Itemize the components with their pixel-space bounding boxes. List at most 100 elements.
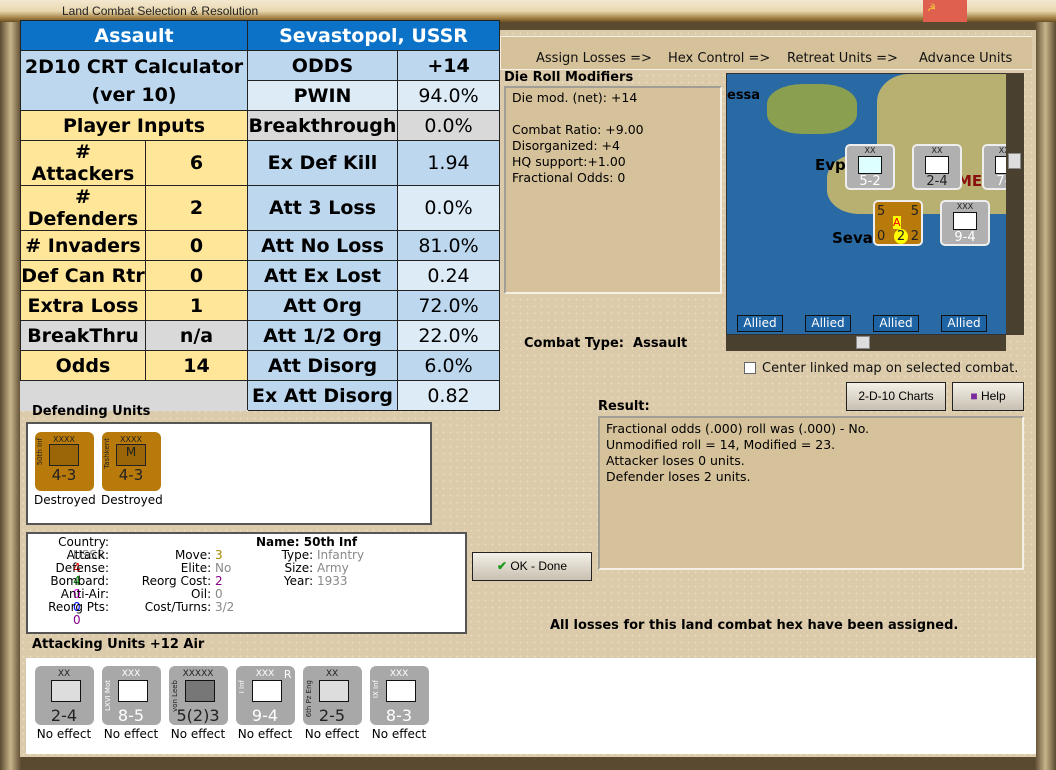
calc-result-value: 0.24 — [397, 260, 500, 291]
map-counter[interactable]: XXX 9-4 — [940, 200, 990, 246]
calc-result-label: Att 1/2 Org — [247, 320, 398, 351]
allied-tag: Allied — [941, 315, 987, 332]
phase-bar: Assign Losses => Hex Control => Retreat … — [500, 36, 1032, 70]
calc-input-value[interactable]: 14 — [145, 350, 248, 381]
result-title: Result: — [598, 399, 650, 414]
map-counter[interactable]: XX 5-2 — [845, 144, 895, 190]
drm-line: Die mod. (net): +14 — [512, 90, 638, 105]
drm-title: Die Roll Modifiers — [504, 70, 634, 85]
calc-input-label: Extra Loss — [20, 290, 146, 321]
attacking-units-box: XX 2-4 No effect XXX 8-5 LXVI Mot No effect X… — [26, 658, 1036, 754]
calc-input-label: # Attackers — [20, 140, 146, 186]
result-line: Unmodified roll = 14, Modified = 23. — [606, 437, 836, 452]
help-button[interactable]: ■ Help — [952, 382, 1024, 411]
calc-result-label: Att Ex Lost — [247, 260, 398, 291]
calc-result-value: 81.0% — [397, 230, 500, 261]
calc-result-label: PWIN — [247, 80, 398, 111]
calc-result-label: Att 3 Loss — [247, 185, 398, 231]
defending-title: Defending Units — [32, 404, 151, 419]
phase-assign-losses[interactable]: Assign Losses => — [536, 51, 652, 66]
calc-result-label: Ex Att Disorg — [247, 380, 398, 411]
allied-tag: Allied — [737, 315, 783, 332]
result-box: Fractional odds (.000) roll was (.000) -… — [598, 416, 1024, 570]
calc-result-value: 6.0% — [397, 350, 500, 381]
map-vertical-scrollbar[interactable] — [1006, 73, 1024, 335]
defending-units-box: XXXX 4-3 50th Inf Destroyed XXXX M 4-3 Tashke… — [26, 422, 432, 525]
calc-result-label: Ex Def Kill — [247, 140, 398, 186]
attacker-unit[interactable]: XXX R 9-4 I Inf No effect — [235, 666, 295, 741]
calc-input-label: # Invaders — [20, 230, 146, 261]
result-line: Attacker loses 0 units. — [606, 453, 745, 468]
unit-info-box: Country: USSR Attack: 4 Defense: 4 Bomba… — [26, 532, 467, 634]
losses-message: All losses for this land combat hex have… — [550, 618, 959, 633]
calc-result-value: 0.0% — [397, 110, 500, 141]
phase-hex-control[interactable]: Hex Control => — [668, 51, 770, 66]
calc-result-value: 0.0% — [397, 185, 500, 231]
map-counter[interactable]: XX 2-4 — [912, 144, 962, 190]
attacker-unit[interactable]: XXX 8-5 LXVI Mot No effect — [101, 666, 161, 741]
attacker-unit[interactable]: XX 2-4 No effect — [34, 666, 94, 741]
attacker-unit[interactable]: XXX 8-3 IX Inf No effect — [369, 666, 429, 741]
map-label: Evp — [815, 156, 846, 174]
drm-line: Combat Ratio: +9.00 — [512, 122, 644, 137]
attacking-title: Attacking Units +12 Air — [32, 637, 205, 652]
calc-input-value[interactable]: 1 — [145, 290, 248, 321]
calc-input-value[interactable]: 0 — [145, 230, 248, 261]
calc-input-value: n/a — [145, 320, 248, 351]
calc-result-value: 0.82 — [397, 380, 500, 411]
checkbox-icon[interactable] — [744, 362, 756, 374]
calc-result-label: ODDS — [247, 50, 398, 81]
result-line: Defender loses 2 units. — [606, 469, 751, 484]
calc-input-label: Odds — [20, 350, 146, 381]
calc-player-inputs: Player Inputs — [20, 110, 248, 141]
scroll-thumb[interactable] — [856, 336, 870, 349]
calc-input-value[interactable]: 0 — [145, 260, 248, 291]
calc-input-value[interactable]: 2 — [145, 185, 248, 231]
phase-advance-units[interactable]: Advance Units — [919, 51, 1012, 66]
attacker-unit[interactable]: XX 2-5 6th Pz Eng No effect — [302, 666, 362, 741]
defender-unit[interactable]: XXXX 4-3 50th Inf Destroyed — [34, 432, 96, 507]
charts-button[interactable]: 2-D-10 Charts — [846, 382, 946, 411]
calc-input-label: BreakThru — [20, 320, 146, 351]
linked-map[interactable]: essa Evp Sevas ME XX5-2 XX2-4 XXX7-1 XXX… — [726, 73, 1024, 335]
map-horizontal-scrollbar[interactable] — [726, 335, 1006, 351]
calc-result-label: Att Disorg — [247, 350, 398, 381]
target-hex-counter[interactable]: 55 A 022 — [873, 200, 923, 246]
phase-retreat-units[interactable]: Retreat Units => — [787, 51, 898, 66]
calc-result-label: Att No Loss — [247, 230, 398, 261]
ussr-flag-icon: ☭ — [923, 0, 967, 22]
calc-title: 2D10 CRT Calculator (ver 10) — [20, 50, 248, 111]
drm-line — [512, 106, 714, 122]
crt-calculator-overlay: Assault Sevastopol, USSR 2D10 CRT Calcula… — [20, 20, 500, 411]
combat-type: Combat Type: Assault — [524, 336, 688, 351]
defender-unit[interactable]: XXXX M 4-3 Tashkent Destroyed — [101, 432, 163, 507]
allied-tag: Allied — [805, 315, 851, 332]
calc-result-value: 1.94 — [397, 140, 500, 186]
drm-line: Fractional Odds: 0 — [512, 170, 626, 185]
help-book-icon: ■ — [970, 389, 978, 403]
drm-box: Die mod. (net): +14 Combat Ratio: +9.00 … — [504, 86, 722, 294]
center-map-checkbox[interactable]: Center linked map on selected combat. — [744, 361, 1018, 376]
calc-result-label: Breakthrough — [247, 110, 398, 141]
drm-line: HQ support:+1.00 — [512, 154, 626, 169]
ok-done-button[interactable]: ✔ OK - Done — [472, 552, 592, 581]
calc-header-left: Assault — [20, 20, 248, 51]
calc-result-label: Att Org — [247, 290, 398, 321]
scroll-thumb[interactable] — [1008, 153, 1021, 169]
calc-result-value: 94.0% — [397, 80, 500, 111]
map-land — [767, 84, 857, 134]
calc-input-label: # Defenders — [20, 185, 146, 231]
map-label: essa — [727, 88, 761, 103]
window-title: Land Combat Selection & Resolution — [62, 4, 259, 18]
drm-line: Disorganized: +4 — [512, 138, 620, 153]
attacker-unit[interactable]: XXXXX 5(2)3 von Leeb No effect — [168, 666, 228, 741]
calc-result-value: 72.0% — [397, 290, 500, 321]
calc-result-value: 22.0% — [397, 320, 500, 351]
calc-result-value: +14 — [397, 50, 500, 81]
calc-header-right: Sevastopol, USSR — [247, 20, 500, 51]
calc-input-label: Def Can Rtr — [20, 260, 146, 291]
checkmark-icon: ✔ — [496, 559, 507, 573]
result-line: Fractional odds (.000) roll was (.000) -… — [606, 421, 870, 436]
allied-tag: Allied — [873, 315, 919, 332]
calc-input-value[interactable]: 6 — [145, 140, 248, 186]
